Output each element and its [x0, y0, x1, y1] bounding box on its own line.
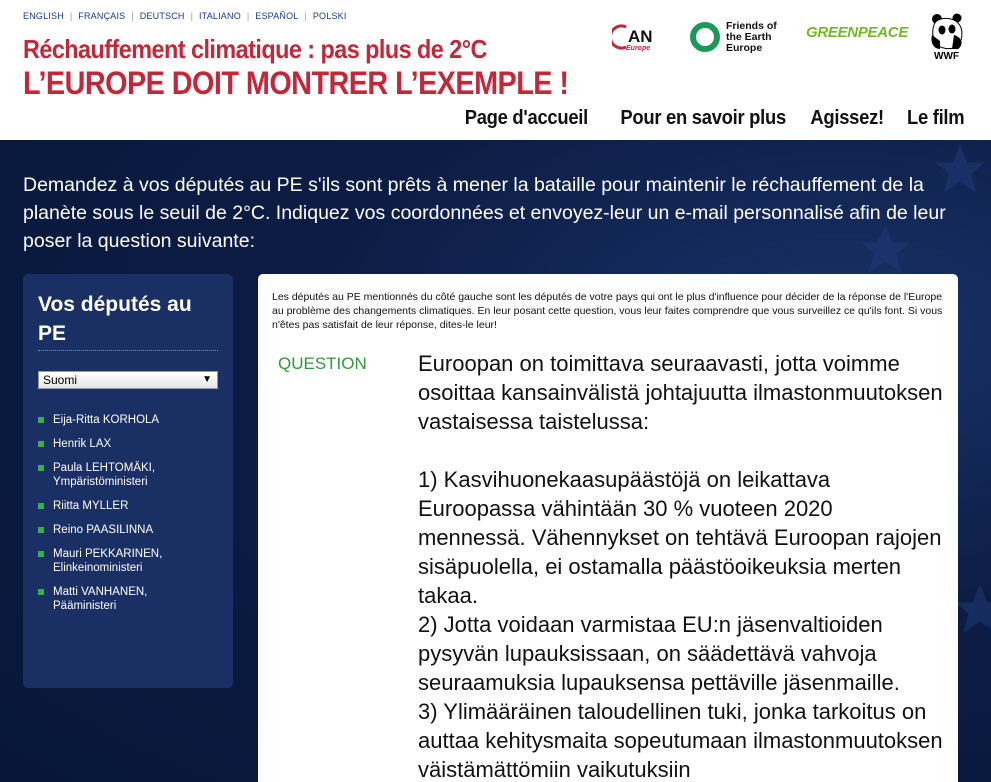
site-slogan: L’EUROPE DOIT MONTRER L’EXEMPLE !	[23, 65, 569, 101]
foe-logo-line: the Earth	[726, 30, 772, 43]
lang-link-espanol[interactable]: ESPAÑOL	[255, 11, 298, 21]
question-panel: Les députés au PE mentionnés du côté gau…	[258, 274, 958, 782]
mep-name: Matti VANHANEN,	[53, 586, 148, 598]
can-europe-logo[interactable]: AN Europe	[608, 22, 672, 52]
divider: |	[246, 11, 250, 21]
foe-logo-line: Europe	[726, 41, 763, 54]
country-select-value: Suomi	[43, 373, 78, 387]
greenpeace-logo[interactable]: GREENPEACE	[806, 24, 908, 41]
mep-list-item[interactable]: Henrik LAX	[38, 437, 162, 451]
mep-name: Mauri PEKKARINEN,	[53, 548, 163, 560]
site-header: ENGLISH | FRANÇAIS | DEUTSCH | ITALIANO …	[0, 0, 991, 140]
intro-text: Demandez à vos députés au PE s'ils sont …	[23, 174, 946, 252]
question-text: Euroopan on toimittava seuraavasti, jott…	[418, 351, 943, 782]
friends-of-the-earth-logo[interactable]: Friends of the Earth Europe	[690, 18, 788, 56]
mep-list-item[interactable]: Eija-Ritta KORHOLA	[38, 413, 162, 427]
bullet-icon	[38, 441, 44, 447]
lang-link-italiano[interactable]: ITALIANO	[199, 11, 241, 21]
chevron-down-icon: ▼	[202, 374, 212, 385]
mep-list-item[interactable]: Reino PAASILINNA	[38, 523, 162, 537]
lang-link-francais[interactable]: FRANÇAIS	[78, 11, 125, 21]
divider	[38, 350, 218, 351]
nav-link-learn-more[interactable]: Pour en savoir plus	[620, 107, 786, 130]
mep-list: Eija-Ritta KORHOLA Henrik LAX Paula LEHT…	[38, 413, 162, 623]
wwf-panda-logo[interactable]: WWF	[930, 13, 966, 62]
country-select[interactable]: Suomi ▼	[38, 371, 218, 389]
mep-list-item[interactable]: Matti VANHANEN, Pääministeri	[38, 585, 162, 613]
bullet-icon	[38, 417, 44, 423]
bullet-icon	[38, 527, 44, 533]
mep-name: Riitta MYLLER	[53, 500, 129, 512]
nav-link-act[interactable]: Agissez!	[810, 107, 884, 130]
mep-role: Pääministeri	[53, 600, 117, 612]
can-logo-subtext: Europe	[626, 45, 650, 52]
mep-role: Elinkeinoministeri	[53, 562, 143, 574]
question-label: QUESTION	[278, 354, 367, 373]
nav-link-film[interactable]: Le film	[907, 107, 965, 130]
nav-link-home[interactable]: Page d'accueil	[465, 107, 589, 130]
mep-name: Eija-Ritta KORHOLA	[53, 414, 160, 426]
lang-link-deutsch[interactable]: DEUTSCH	[140, 11, 185, 21]
divider: |	[190, 11, 193, 21]
mep-sidebar: Vos députés au PE Suomi ▼ Eija-Ritta KOR…	[23, 274, 233, 688]
mep-role: Ympäristöministeri	[53, 476, 148, 488]
can-logo-text: AN	[628, 27, 653, 46]
language-bar: ENGLISH | FRANÇAIS | DEUTSCH | ITALIANO …	[23, 11, 347, 21]
panel-intro-text: Les députés au PE mentionnés du côté gau…	[272, 291, 943, 331]
bullet-icon	[38, 551, 44, 557]
mep-list-item[interactable]: Riitta MYLLER	[38, 499, 162, 513]
site-title: Réchauffement climatique : pas plus de 2…	[23, 34, 487, 64]
divider: |	[69, 11, 73, 21]
foe-logo-line: Friends of	[726, 19, 777, 32]
mep-list-item[interactable]: Mauri PEKKARINEN, Elinkeinoministeri	[38, 547, 162, 575]
bullet-icon	[38, 465, 44, 471]
mep-name: Reino PAASILINNA	[53, 524, 154, 536]
divider: |	[304, 11, 307, 21]
sidebar-title: Vos députés au PE	[38, 293, 192, 345]
wwf-logo-text: WWF	[934, 51, 959, 61]
mep-name: Henrik LAX	[53, 438, 112, 450]
foe-ring-icon	[690, 22, 720, 52]
main-nav: Page d'accueil Pour en savoir plus Agiss…	[454, 107, 965, 130]
bullet-icon	[38, 503, 44, 509]
mep-list-item[interactable]: Paula LEHTOMÄKI, Ympäristöministeri	[38, 461, 162, 489]
mep-name: Paula LEHTOMÄKI,	[53, 462, 156, 474]
bullet-icon	[38, 589, 44, 595]
lang-link-polski[interactable]: POLSKI	[313, 11, 347, 21]
divider: |	[131, 11, 134, 21]
lang-link-english[interactable]: ENGLISH	[23, 11, 64, 21]
